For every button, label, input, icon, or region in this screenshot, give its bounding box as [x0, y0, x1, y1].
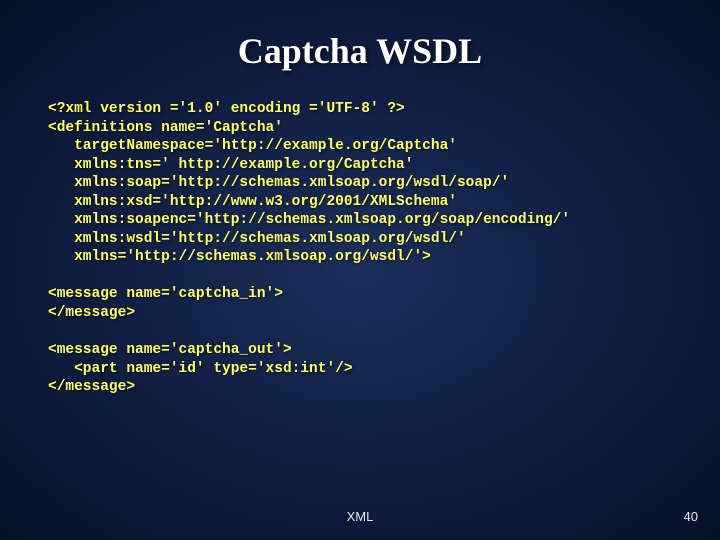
code-block: <?xml version ='1.0' encoding ='UTF-8' ?… [48, 100, 672, 397]
slide: Captcha WSDL <?xml version ='1.0' encodi… [0, 0, 720, 540]
footer-page-number: 40 [684, 509, 698, 524]
slide-title: Captcha WSDL [48, 30, 672, 72]
footer-label: XML [0, 509, 720, 524]
